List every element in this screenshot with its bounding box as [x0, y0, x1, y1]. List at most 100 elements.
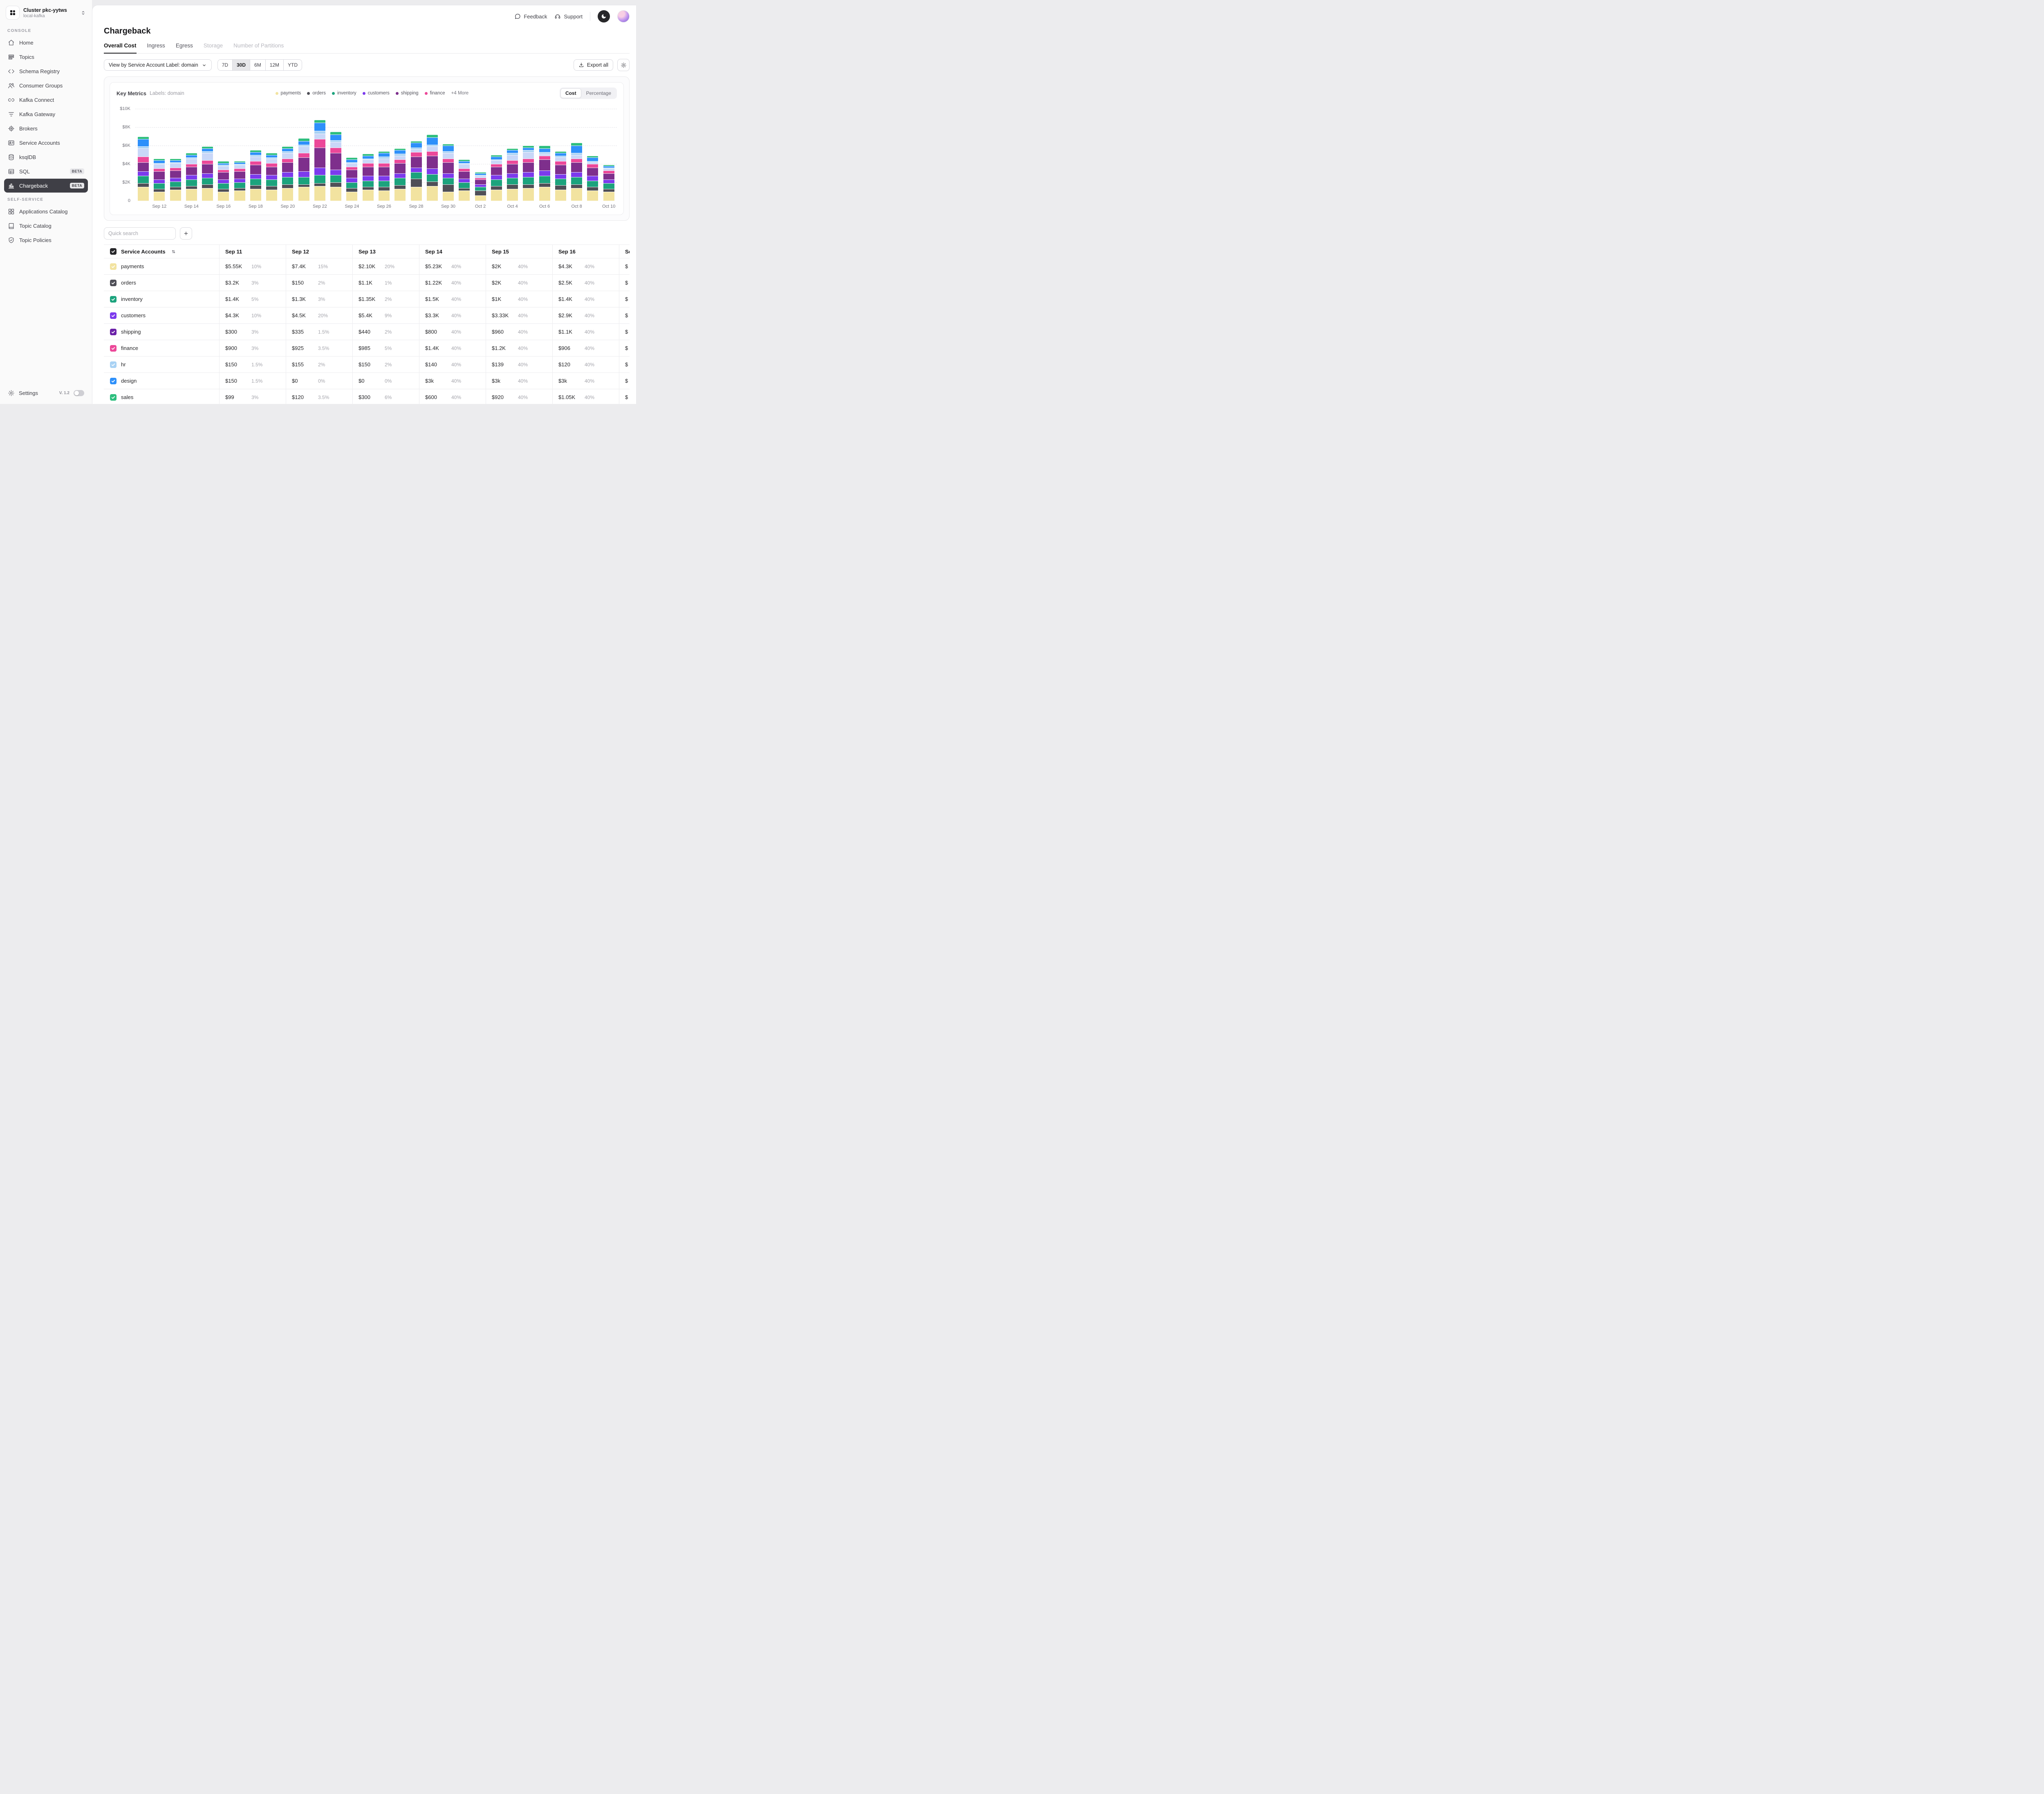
cell-percent: 0% [385, 378, 392, 384]
shipping-checkbox[interactable] [110, 328, 117, 335]
bar-sep-17[interactable] [234, 161, 245, 201]
bar-oct-1[interactable] [459, 159, 470, 201]
cell-percent: 2% [318, 280, 325, 286]
bar-oct-10[interactable] [603, 165, 614, 201]
sales-checkbox[interactable] [110, 394, 117, 401]
sidebar-item-kafka-connect[interactable]: Kafka Connect [4, 93, 88, 107]
bar-segment-design [154, 160, 165, 163]
x-tick-label: Sep 20 [280, 204, 295, 209]
logo-icon [10, 10, 15, 15]
bar-sep-11[interactable] [138, 136, 149, 201]
bar-oct-8[interactable] [571, 143, 583, 201]
bar-oct-6[interactable] [539, 146, 550, 201]
bar-sep-16[interactable] [218, 161, 229, 201]
user-avatar[interactable] [617, 10, 630, 22]
toggle-percentage-button[interactable]: Percentage [581, 88, 616, 98]
view-by-dropdown[interactable]: View by Service Account Label: domain [104, 59, 212, 71]
sidebar-item-settings[interactable]: Settings V. 1.2 [4, 387, 88, 399]
feedback-button[interactable]: Feedback [514, 13, 547, 20]
sidebar-item-sql[interactable]: SQL BETA [4, 164, 88, 178]
bar-sep-20[interactable] [282, 146, 294, 201]
bar-sep-27[interactable] [394, 148, 406, 201]
bar-sep-13[interactable] [170, 158, 181, 201]
sidebar-item-brokers[interactable]: Brokers [4, 121, 88, 135]
bar-sep-14[interactable] [186, 153, 197, 201]
sidebar-item-consumer-groups[interactable]: Consumer Groups [4, 78, 88, 92]
row-label: inventory [121, 296, 143, 302]
hr-checkbox[interactable] [110, 361, 117, 368]
bar-sep-21[interactable] [298, 138, 309, 201]
sidebar-item-schema-registry[interactable]: Schema Registry [4, 64, 88, 78]
dark-mode-toggle[interactable] [598, 10, 610, 22]
bar-oct-7[interactable] [555, 151, 566, 201]
bar-sep-12[interactable] [154, 158, 165, 201]
select-all-checkbox[interactable] [110, 248, 117, 255]
bar-sep-26[interactable] [378, 151, 390, 201]
range-12m-button[interactable]: 12M [265, 59, 284, 71]
finance-checkbox[interactable] [110, 345, 117, 352]
sidebar-item-topics[interactable]: Topics [4, 50, 88, 64]
x-tick-label: Sep 12 [152, 204, 167, 209]
bar-oct-9[interactable] [587, 155, 598, 201]
bar-oct-3[interactable] [491, 155, 502, 201]
row-label: orders [121, 280, 136, 286]
bar-segment-design [186, 155, 197, 158]
sort-icon[interactable] [171, 249, 176, 254]
bar-sep-30[interactable] [443, 144, 454, 201]
cell-payments-sep-14: $5.23K 40% [419, 258, 486, 274]
chart-settings-button[interactable] [617, 59, 630, 71]
cell-value: $960 [492, 329, 504, 335]
bar-sep-22[interactable] [314, 120, 325, 201]
sidebar-item-topic-catalog[interactable]: Topic Catalog [4, 219, 88, 233]
bar-sep-15[interactable] [202, 146, 213, 201]
sidebar-footer-toggle[interactable] [74, 390, 84, 396]
sidebar-item-kafka-gateway[interactable]: Kafka Gateway [4, 107, 88, 121]
tab-storage[interactable]: Storage [204, 43, 223, 53]
range-ytd-button[interactable]: YTD [283, 59, 303, 71]
customers-checkbox[interactable] [110, 312, 117, 319]
bar-sep-18[interactable] [250, 150, 261, 201]
sidebar-item-service-accounts[interactable]: Service Accounts [4, 136, 88, 150]
range-30d-button[interactable]: 30D [232, 59, 251, 71]
quick-search-input[interactable] [104, 227, 176, 240]
bar-segment-marketing [346, 163, 358, 167]
tab-number-of-partitions[interactable]: Number of Partitions [233, 43, 284, 53]
cell-percent: 40% [518, 263, 528, 269]
support-button[interactable]: Support [554, 13, 583, 20]
inventory-checkbox[interactable] [110, 296, 117, 303]
cell-value: $3k [492, 378, 500, 384]
cluster-selector[interactable]: Cluster pkc-yytws local-kafka [4, 4, 88, 24]
sidebar-item-applications-catalog[interactable]: Applications Catalog [4, 204, 88, 218]
sidebar-item-chargeback[interactable]: Chargeback BETA [4, 179, 88, 193]
sidebar-item-topic-policies[interactable]: Topic Policies [4, 233, 88, 247]
bar-oct-4[interactable] [507, 148, 518, 201]
bar-oct-5[interactable] [523, 146, 534, 201]
tab-overall-cost[interactable]: Overall Cost [104, 43, 137, 54]
range-6m-button[interactable]: 6M [250, 59, 266, 71]
bar-sep-28[interactable] [410, 141, 422, 201]
bar-oct-2[interactable] [475, 172, 486, 201]
tab-egress[interactable]: Egress [176, 43, 193, 53]
legend-more-label[interactable]: +4 More [451, 91, 469, 96]
toggle-cost-button[interactable]: Cost [560, 88, 581, 98]
bar-segment-finance [138, 157, 149, 162]
export-all-button[interactable]: Export all [573, 59, 613, 71]
sidebar-item-home[interactable]: Home [4, 36, 88, 49]
range-7d-button[interactable]: 7D [217, 59, 233, 71]
cluster-switcher-icon[interactable] [80, 10, 86, 16]
design-checkbox[interactable] [110, 377, 117, 384]
bar-sep-19[interactable] [266, 153, 278, 201]
bar-sep-29[interactable] [426, 135, 438, 201]
tab-ingress[interactable]: Ingress [147, 43, 165, 53]
orders-checkbox[interactable] [110, 279, 117, 286]
cell-value: $ [625, 345, 628, 351]
bar-sep-24[interactable] [346, 157, 358, 201]
bar-sep-23[interactable] [330, 132, 342, 201]
bar-sep-25[interactable] [362, 154, 374, 201]
bar-segment-marketing [507, 155, 518, 160]
sidebar-item-ksqldb[interactable]: ksqlDB [4, 150, 88, 164]
add-filter-button[interactable] [180, 227, 192, 240]
payments-checkbox[interactable] [110, 263, 117, 270]
x-tick-label: Sep 30 [441, 204, 455, 209]
bar-segment-customers [426, 168, 438, 174]
